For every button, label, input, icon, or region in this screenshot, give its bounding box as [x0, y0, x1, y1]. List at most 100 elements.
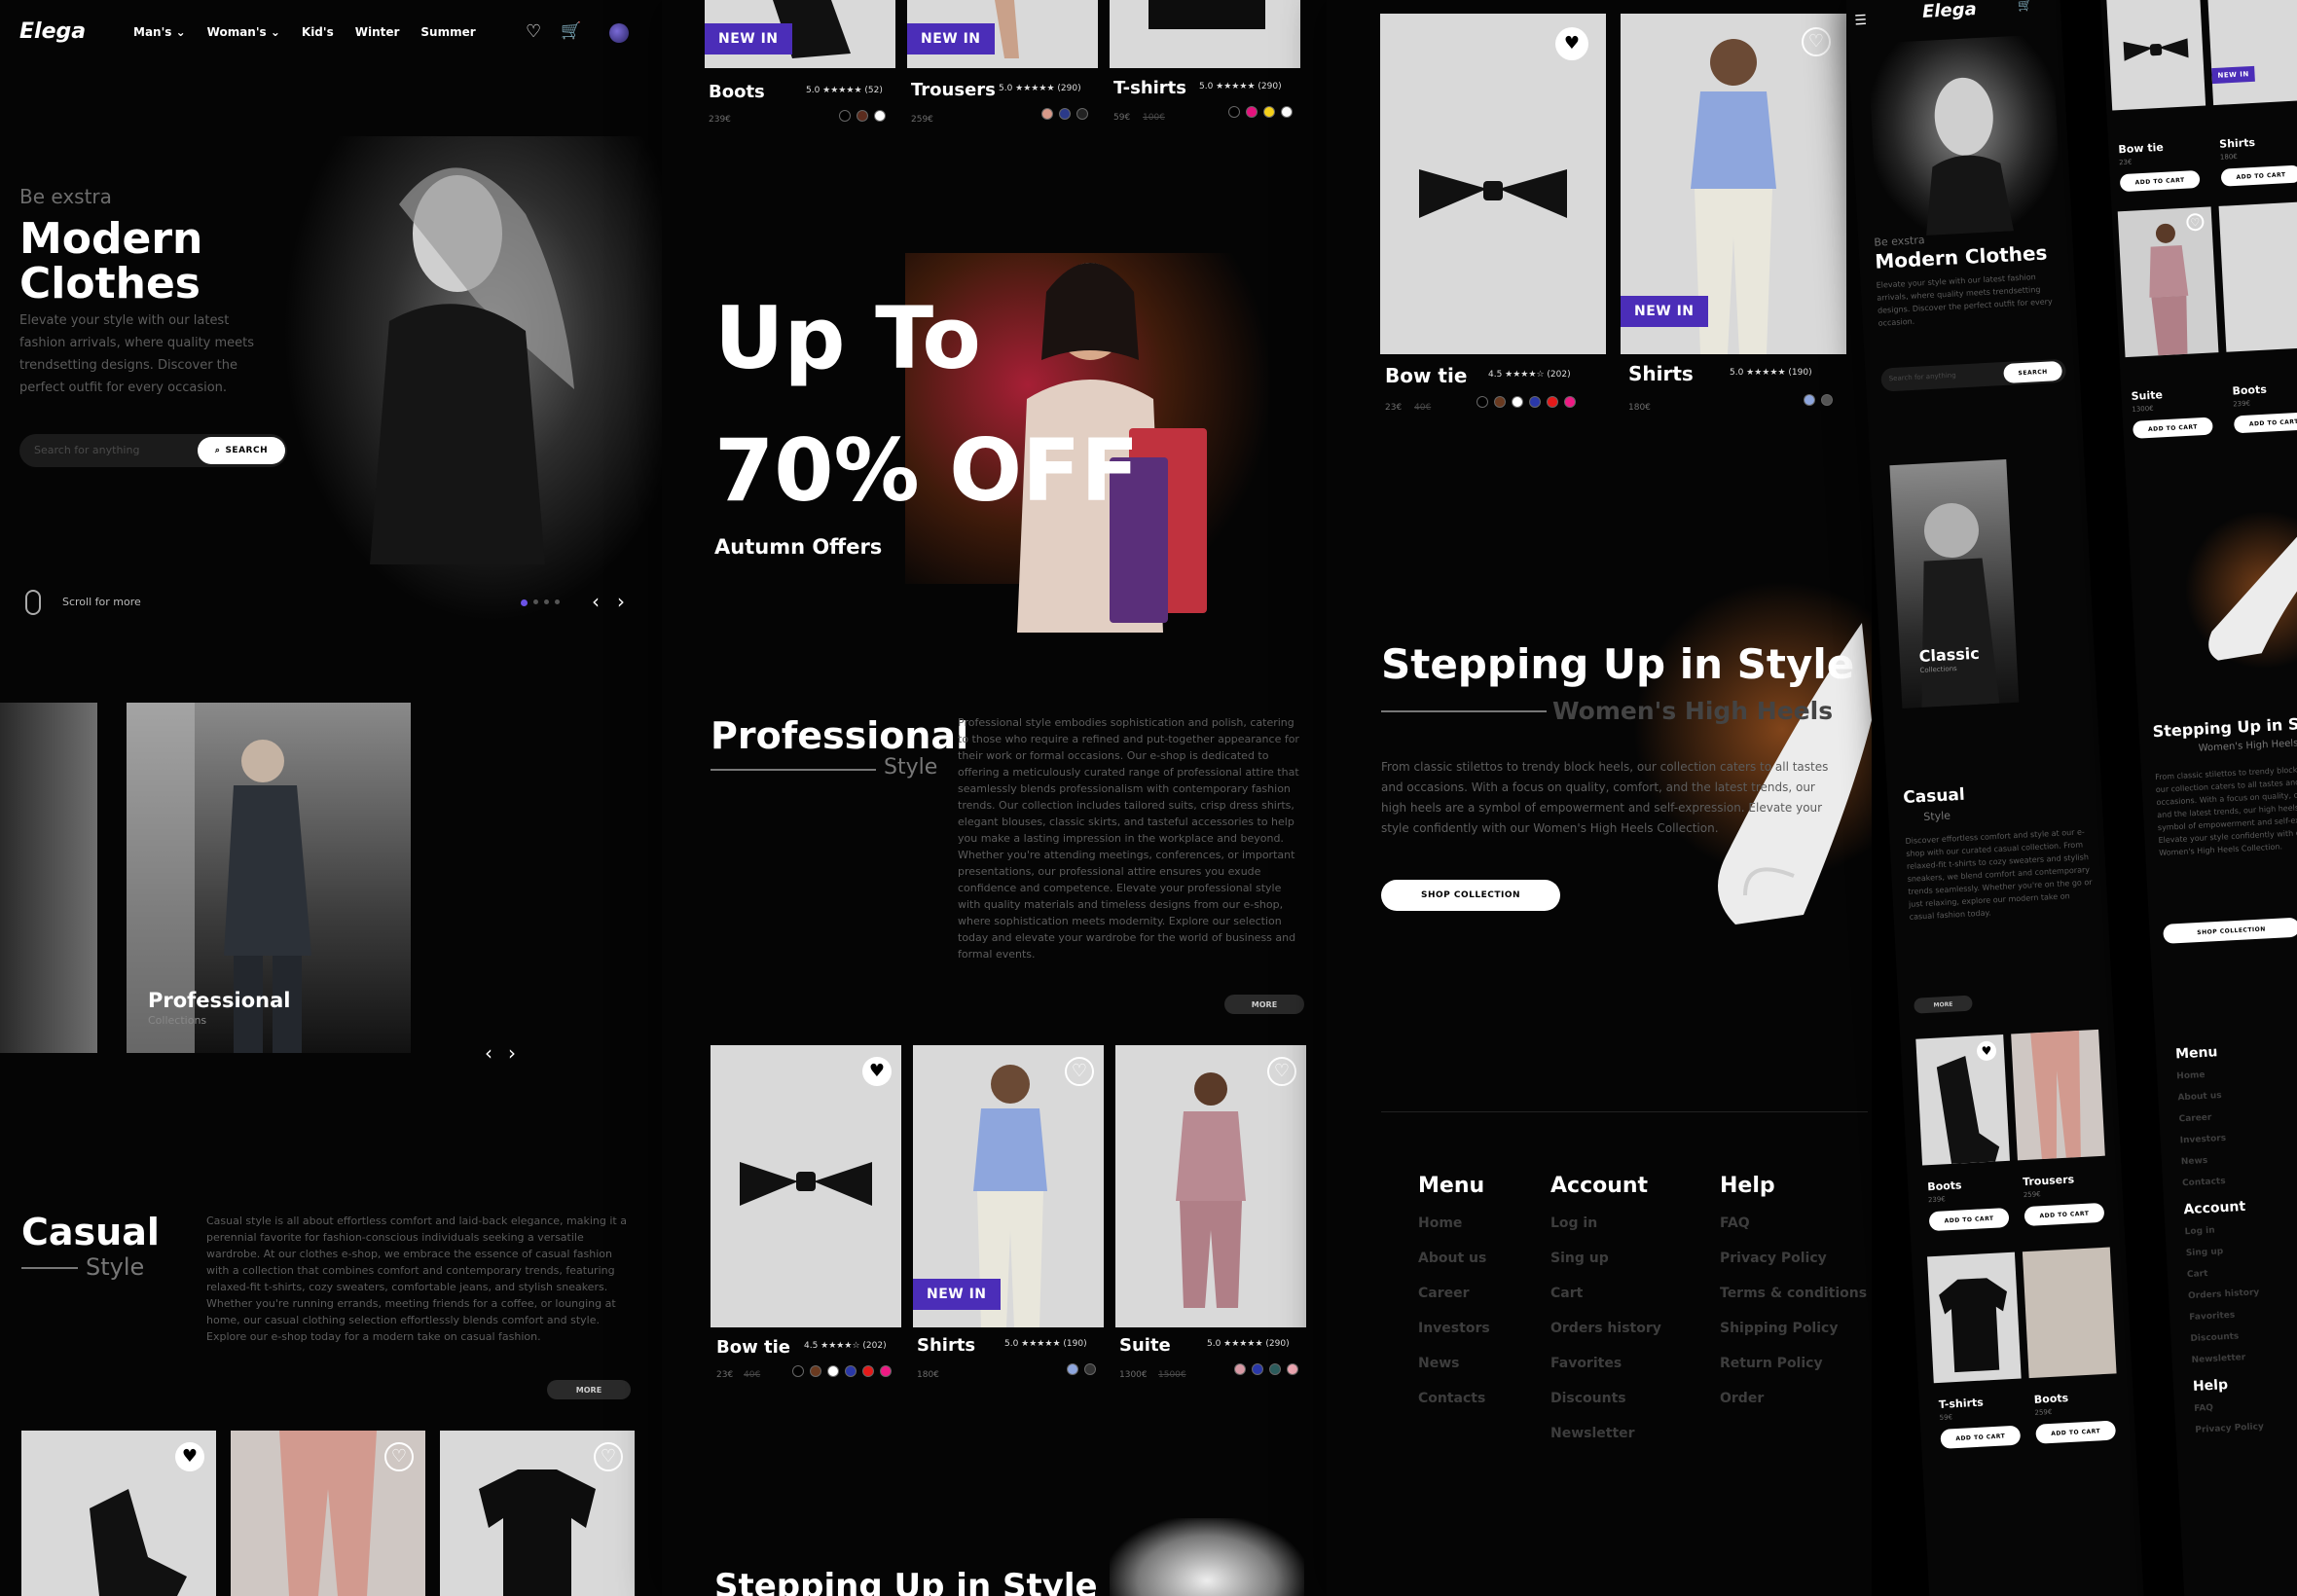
footer-link-contacts[interactable]: Contacts — [1418, 1391, 1490, 1406]
nav-womans[interactable]: Woman's ⌄ — [207, 25, 280, 39]
nav-mans[interactable]: Man's ⌄ — [133, 25, 186, 39]
mobile-shop-collection-button[interactable]: SHOP COLLECTION — [2163, 917, 2297, 944]
mobile-footer-link[interactable]: Investors — [2180, 1133, 2252, 1145]
mobile-footer-link[interactable]: Discounts — [2190, 1330, 2262, 1344]
favorite-icon[interactable]: ♡ — [1802, 27, 1831, 56]
color-swatches[interactable] — [1234, 1360, 1304, 1379]
mobile-product-trousers[interactable] — [2011, 1029, 2105, 1161]
favorite-icon[interactable]: ♥ — [1555, 27, 1588, 60]
footer-link-investors[interactable]: Investors — [1418, 1321, 1490, 1336]
favorite-icon[interactable]: ♥ — [175, 1442, 204, 1471]
chevron-left-icon[interactable]: ‹ — [592, 590, 600, 613]
product-card-shirts[interactable]: ♡ NEW IN — [1621, 14, 1846, 354]
product-card-bow-tie[interactable]: ♥ — [1380, 14, 1606, 354]
footer-link-discounts[interactable]: Discounts — [1550, 1391, 1661, 1406]
color-swatches[interactable] — [1804, 391, 1839, 410]
product-card-trousers[interactable]: ♡ — [231, 1431, 425, 1596]
professional-more-button[interactable]: MORE — [1224, 995, 1304, 1014]
mobile-footer-link[interactable]: Cart — [2187, 1266, 2259, 1280]
footer-link-career[interactable]: Career — [1418, 1286, 1490, 1301]
heart-icon[interactable]: ♡ — [526, 21, 541, 42]
hamburger-icon[interactable]: ☰ — [1854, 13, 1867, 29]
mobile-footer-link[interactable]: Home — [2176, 1069, 2248, 1082]
mobile-search-button[interactable]: SEARCH — [2003, 360, 2063, 384]
favorite-icon[interactable]: ♡ — [594, 1442, 623, 1471]
mobile-product-tshirt[interactable] — [1927, 1251, 2022, 1384]
footer-link-favorites[interactable]: Favorites — [1550, 1356, 1661, 1371]
mobile-add-to-cart-button[interactable]: ADD TO CART — [2220, 164, 2297, 187]
favorite-icon[interactable]: ♡ — [1267, 1057, 1296, 1086]
mobile-footer-link[interactable]: Newsletter — [2191, 1352, 2263, 1365]
collection-card-professional[interactable]: Professional Collections — [127, 703, 411, 1053]
footer-link-signup[interactable]: Sing up — [1550, 1251, 1661, 1266]
footer-link-login[interactable]: Log in — [1550, 1215, 1661, 1231]
mobile-add-to-cart-button[interactable]: ADD TO CART — [1928, 1207, 2010, 1232]
footer-link-shipping[interactable]: Shipping Policy — [1720, 1321, 1867, 1336]
cart-icon[interactable]: 🛒 — [561, 21, 581, 41]
chevron-right-icon[interactable]: › — [617, 590, 625, 613]
top-product-boots-image[interactable]: NEW IN — [705, 0, 895, 68]
top-product-tshirt-image[interactable] — [1110, 0, 1300, 68]
nav-winter[interactable]: Winter — [355, 25, 400, 39]
mobile-add-to-cart-button[interactable]: ADD TO CART — [2233, 412, 2297, 434]
search-field[interactable]: Search for anything ⌕ SEARCH — [19, 434, 287, 467]
mobile-product-shirts[interactable]: NEW IN — [2206, 0, 2297, 106]
mobile-footer-link[interactable]: Career — [2178, 1111, 2250, 1125]
mobile-search-field[interactable]: Search for anything SEARCH — [1880, 358, 2067, 392]
product-card-bow-tie[interactable]: ♥ — [711, 1045, 901, 1327]
mobile-collection-classic[interactable]: Classic Collections — [1889, 459, 2020, 708]
footer-link-privacy[interactable]: Privacy Policy — [1720, 1251, 1867, 1266]
carousel-next-icon[interactable]: › — [508, 1041, 516, 1065]
mobile-footer-link[interactable]: Privacy Policy — [2195, 1422, 2267, 1435]
footer-link-faq[interactable]: FAQ — [1720, 1215, 1867, 1231]
mobile-add-to-cart-button[interactable]: ADD TO CART — [2035, 1420, 2117, 1444]
mobile-footer-link[interactable]: News — [2181, 1153, 2253, 1167]
mobile-footer-link[interactable]: About us — [2177, 1090, 2249, 1103]
color-swatches[interactable] — [1041, 105, 1094, 124]
favorite-icon[interactable]: ♡ — [384, 1442, 414, 1471]
mobile-add-to-cart-button[interactable]: ADD TO CART — [2119, 169, 2201, 193]
footer-link-return[interactable]: Return Policy — [1720, 1356, 1867, 1371]
nav-summer[interactable]: Summer — [420, 25, 475, 39]
mobile-footer-link[interactable]: Orders history — [2188, 1288, 2260, 1301]
top-product-trousers-image[interactable]: NEW IN — [907, 0, 1098, 68]
mobile-brand-logo[interactable]: Elega — [1922, 0, 1978, 22]
mobile-add-to-cart-button[interactable]: ADD TO CART — [2024, 1202, 2105, 1227]
footer-link-news[interactable]: News — [1418, 1356, 1490, 1371]
hero-pagination[interactable] — [521, 599, 560, 606]
mobile-product-suite[interactable]: ♡ — [2117, 206, 2219, 358]
mobile-footer-link[interactable]: Favorites — [2189, 1309, 2261, 1323]
footer-link-terms[interactable]: Terms & conditions — [1720, 1286, 1867, 1301]
mobile-add-to-cart-button[interactable]: ADD TO CART — [1940, 1425, 2022, 1449]
casual-more-button[interactable]: MORE — [547, 1380, 631, 1399]
mobile-casual-more[interactable]: MORE — [1914, 995, 1973, 1014]
color-swatches[interactable] — [839, 107, 892, 126]
color-swatches[interactable] — [1067, 1360, 1102, 1379]
favorite-icon[interactable]: ♥ — [862, 1057, 892, 1086]
footer-link-order[interactable]: Order — [1720, 1391, 1867, 1406]
footer-link-home[interactable]: Home — [1418, 1215, 1490, 1231]
product-card-boots[interactable]: ♥ — [21, 1431, 216, 1596]
color-swatches[interactable] — [1477, 393, 1582, 412]
product-card-tshirt[interactable]: ♡ — [440, 1431, 635, 1596]
nav-kids[interactable]: Kid's — [302, 25, 334, 39]
cart-icon[interactable]: 🛒 — [2017, 0, 2032, 13]
favorite-icon[interactable]: ♡ — [1065, 1057, 1094, 1086]
footer-link-newsletter[interactable]: Newsletter — [1550, 1426, 1661, 1441]
product-card-shirts[interactable]: ♡ NEW IN — [913, 1045, 1104, 1327]
search-input[interactable]: Search for anything — [34, 444, 139, 456]
carousel-prev-icon[interactable]: ‹ — [485, 1041, 492, 1065]
mobile-product-boots[interactable]: ♥ — [1915, 1034, 2010, 1166]
footer-link-cart[interactable]: Cart — [1550, 1286, 1661, 1301]
avatar[interactable] — [609, 23, 629, 43]
mobile-footer-link[interactable]: Sing up — [2186, 1245, 2258, 1258]
mobile-footer-link[interactable]: Log in — [2184, 1223, 2256, 1238]
product-card-suite[interactable]: ♡ — [1115, 1045, 1306, 1327]
mobile-search-input[interactable]: Search for anything — [1889, 372, 1956, 383]
mobile-product-boots-2[interactable] — [2022, 1247, 2117, 1379]
color-swatches[interactable] — [1228, 103, 1298, 122]
shop-collection-button[interactable]: SHOP COLLECTION — [1381, 880, 1560, 911]
mobile-footer-link[interactable]: FAQ — [2194, 1400, 2266, 1414]
mobile-product-boots[interactable] — [2218, 200, 2297, 352]
collection-card-casual[interactable] — [0, 703, 97, 1053]
